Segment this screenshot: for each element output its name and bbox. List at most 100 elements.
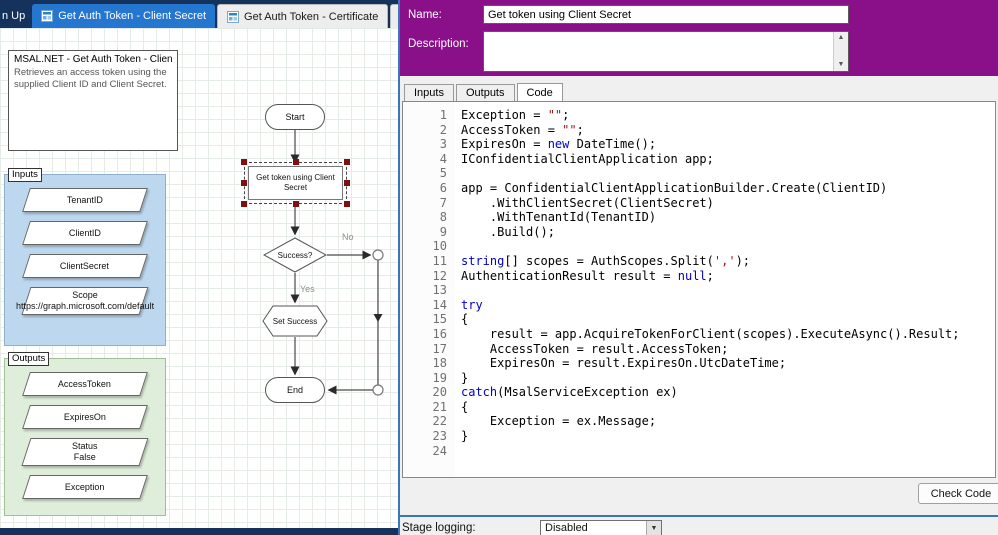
line-number: 10 — [403, 239, 447, 254]
code-token: DateTime(); — [569, 137, 656, 151]
code-line[interactable]: result = app.AcquireTokenForClient(scope… — [461, 327, 995, 342]
data-item-stage[interactable]: Exception — [22, 475, 148, 499]
outputs-list: AccessToken ExpiresOn Status False Exceptio… — [5, 359, 165, 499]
line-number: 16 — [403, 327, 447, 342]
tab-outputs[interactable]: Outputs — [456, 84, 515, 101]
selection-handle[interactable] — [344, 201, 350, 207]
page-icon — [41, 10, 53, 22]
data-item-stage[interactable]: Scope https://graph.microsoft.com/defaul… — [22, 287, 149, 315]
code-token: ExpiresOn = — [461, 137, 548, 151]
selection-handle[interactable] — [293, 201, 299, 207]
code-line[interactable]: app = ConfidentialClientApplicationBuild… — [461, 181, 995, 196]
chevron-down-icon[interactable]: ▼ — [646, 521, 661, 535]
data-item-stage[interactable]: Status False — [22, 438, 149, 466]
code-line[interactable]: ExpiresOn = new DateTime(); — [461, 137, 995, 152]
code-stage-label[interactable]: Get token using Client Secret — [248, 166, 343, 200]
code-line[interactable]: AuthenticationResult result = null; — [461, 269, 995, 284]
code-line[interactable]: AccessToken = result.AccessToken; — [461, 342, 995, 357]
code-line[interactable]: .WithClientSecret(ClientSecret) — [461, 196, 995, 211]
process-studio-panel: n Up Get Auth Token - Client Secret Get … — [0, 0, 398, 535]
dialog-header: Name: Description: ▲ ▼ — [400, 0, 998, 76]
description-input[interactable] — [484, 32, 833, 71]
code-line[interactable]: } — [461, 371, 995, 386]
selection-handle[interactable] — [344, 159, 350, 165]
name-input[interactable] — [483, 5, 849, 24]
code-line[interactable] — [461, 239, 995, 254]
code-editor[interactable]: 123456789101112131415161718192021222324 … — [402, 101, 996, 478]
code-line[interactable]: string[] scopes = AuthScopes.Split(','); — [461, 254, 995, 269]
selected-code-stage[interactable]: Get token using Client Secret — [244, 162, 347, 204]
tab-get-auth-token-certificate[interactable]: Get Auth Token - Certificate — [217, 4, 388, 28]
code-line[interactable] — [461, 444, 995, 459]
code-token: IConfidentialClientApplication app; — [461, 152, 714, 166]
inputs-group-label: Inputs — [8, 168, 42, 182]
data-item-stage[interactable]: ClientID — [22, 221, 148, 245]
stage-logging-value: Disabled — [541, 521, 646, 535]
selection-handle[interactable] — [293, 159, 299, 165]
line-number: 20 — [403, 385, 447, 400]
line-number: 24 — [403, 444, 447, 459]
tab-partial-right[interactable]: G — [390, 4, 398, 28]
line-number: 23 — [403, 429, 447, 444]
code-line[interactable]: Exception = ex.Message; — [461, 414, 995, 429]
code-token: } — [461, 429, 468, 443]
description-scrollbar[interactable]: ▲ ▼ — [833, 32, 848, 71]
note-body: Retrieves an access token using the supp… — [14, 67, 172, 91]
stage-logging-label: Stage logging: — [402, 522, 476, 534]
code-line[interactable]: { — [461, 400, 995, 415]
start-stage[interactable]: Start — [265, 104, 325, 130]
code-line[interactable] — [461, 166, 995, 181]
end-stage[interactable]: End — [265, 377, 325, 403]
inputs-group[interactable]: Inputs TenantIDClientIDClientSecretScope… — [4, 174, 166, 346]
data-item-stage[interactable]: TenantID — [22, 188, 148, 212]
line-number: 5 — [403, 166, 447, 181]
decision-stage[interactable]: Success? — [263, 237, 327, 273]
calc-label: Set Success — [262, 305, 328, 337]
selection-handle[interactable] — [241, 159, 247, 165]
line-number: 9 — [403, 225, 447, 240]
code-line[interactable]: Exception = ""; — [461, 108, 995, 123]
scroll-down-icon[interactable]: ▼ — [838, 59, 845, 71]
code-line[interactable]: ExpiresOn = result.ExpiresOn.UtcDateTime… — [461, 356, 995, 371]
code-line[interactable] — [461, 283, 995, 298]
name-label: Name: — [408, 9, 442, 21]
tab-clean-up-partial[interactable]: n Up — [0, 4, 32, 28]
bottom-divider — [400, 515, 998, 517]
process-note[interactable]: MSAL.NET - Get Auth Token - Client Sec R… — [8, 50, 178, 151]
code-line[interactable]: IConfidentialClientApplication app; — [461, 152, 995, 167]
code-token: [] scopes = AuthScopes.Split( — [504, 254, 714, 268]
selection-handle[interactable] — [241, 201, 247, 207]
code-line[interactable]: catch(MsalServiceException ex) — [461, 385, 995, 400]
code-lines[interactable]: Exception = "";AccessToken = "";ExpiresO… — [455, 102, 995, 477]
data-item-stage[interactable]: ExpiresOn — [22, 405, 148, 429]
code-token: Exception = — [461, 108, 548, 122]
scroll-up-icon[interactable]: ▲ — [838, 32, 845, 44]
check-code-button[interactable]: Check Code — [918, 483, 998, 504]
data-item-stage[interactable]: ClientSecret — [22, 254, 148, 278]
tab-get-auth-token-client-secret[interactable]: Get Auth Token - Client Secret — [32, 4, 215, 28]
code-line[interactable]: } — [461, 429, 995, 444]
tab-inputs[interactable]: Inputs — [404, 84, 454, 101]
data-item-stage[interactable]: AccessToken — [22, 372, 148, 396]
dialog-left-border — [398, 0, 400, 535]
code-line[interactable]: .WithTenantId(TenantID) — [461, 210, 995, 225]
data-item-label: AccessToken — [55, 377, 114, 392]
data-item-label: TenantID — [64, 193, 106, 208]
data-item-label: ClientSecret — [57, 259, 112, 274]
calc-stage[interactable]: Set Success — [262, 305, 328, 337]
link-anchor[interactable] — [373, 385, 383, 395]
stage-logging-dropdown[interactable]: Disabled ▼ — [540, 520, 662, 535]
code-token: ',' — [714, 254, 736, 268]
code-line[interactable]: .Build(); — [461, 225, 995, 240]
code-line[interactable]: { — [461, 312, 995, 327]
line-number: 2 — [403, 123, 447, 138]
link-anchor[interactable] — [373, 250, 383, 260]
code-token: "" — [562, 123, 576, 137]
outputs-group[interactable]: Outputs AccessTokenExpiresOnStatus False… — [4, 358, 166, 516]
flowchart-canvas[interactable]: No Yes MSAL.NET - Get Auth Token - Clien… — [0, 28, 398, 528]
selection-handle[interactable] — [344, 180, 350, 186]
code-line[interactable]: AccessToken = ""; — [461, 123, 995, 138]
selection-handle[interactable] — [241, 180, 247, 186]
tab-code[interactable]: Code — [517, 83, 563, 101]
code-line[interactable]: try — [461, 298, 995, 313]
